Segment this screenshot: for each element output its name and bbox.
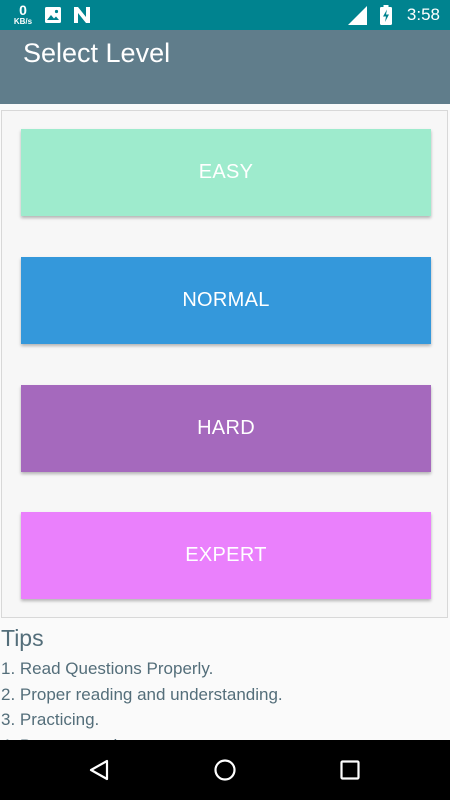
page-title: Select Level bbox=[23, 38, 171, 68]
hard-level-button[interactable]: HARD bbox=[21, 385, 431, 472]
tips-title: Tips bbox=[1, 625, 44, 651]
net-speed-unit: KB/s bbox=[13, 17, 33, 26]
tip-item: 2. Proper reading and understanding. bbox=[1, 684, 283, 704]
home-icon bbox=[214, 759, 236, 781]
clock: 3:58 bbox=[406, 5, 440, 24]
easy-level-button[interactable]: EASY bbox=[21, 129, 431, 216]
back-icon bbox=[89, 759, 109, 781]
levels-card: EASY NORMAL HARD EXPERT bbox=[1, 110, 448, 618]
app-bar: Select Level bbox=[0, 30, 450, 104]
signal-icon bbox=[348, 6, 367, 30]
back-button[interactable] bbox=[79, 750, 119, 790]
home-button[interactable] bbox=[205, 750, 245, 790]
recents-icon bbox=[340, 760, 360, 780]
expert-level-button[interactable]: EXPERT bbox=[21, 512, 431, 599]
navigation-bar bbox=[0, 740, 450, 800]
normal-level-button[interactable]: NORMAL bbox=[21, 257, 431, 344]
n-app-icon bbox=[73, 6, 91, 29]
recents-button[interactable] bbox=[330, 750, 370, 790]
tips-section: Tips 1. Read Questions Properly. 2. Prop… bbox=[1, 623, 449, 758]
status-bar: 0 KB/s 3:58 bbox=[0, 0, 450, 30]
net-speed-value: 0 bbox=[19, 2, 27, 18]
image-icon bbox=[44, 6, 62, 29]
tip-item: 3. Practicing. bbox=[1, 710, 100, 729]
tip-item: 1. Read Questions Properly. bbox=[1, 659, 214, 678]
net-speed-indicator: 0 KB/s bbox=[11, 3, 35, 26]
screen: 0 KB/s 3:58 Select Level EASY NORMAL HAR… bbox=[0, 0, 450, 800]
battery-charging-icon bbox=[380, 5, 392, 30]
